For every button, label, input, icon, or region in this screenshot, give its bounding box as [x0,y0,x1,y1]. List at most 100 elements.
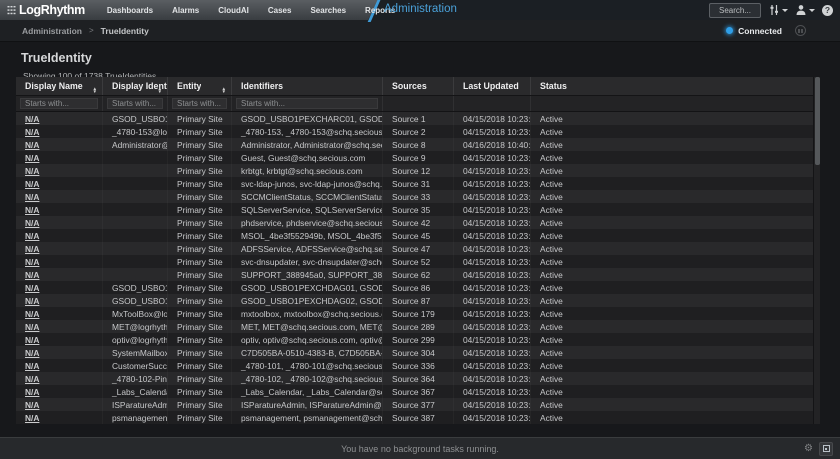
display-name-link[interactable]: N/A [25,413,39,423]
display-name-link[interactable]: N/A [25,335,39,345]
user-menu[interactable] [795,4,815,16]
table-row[interactable]: N/ASystemMailbox{C...Primary SiteC7D505B… [16,346,813,359]
display-name-link[interactable]: N/A [25,218,39,228]
cell-display-name: N/A [16,411,103,424]
filter-input-3[interactable] [236,98,378,109]
cell-status: Active [531,294,813,307]
cell-entity: Primary Site [168,359,232,372]
gear-icon[interactable]: ⚙ [804,444,813,454]
column-header-display-name[interactable]: Display Name▲▼ [16,77,103,95]
display-name-link[interactable]: N/A [25,153,39,163]
display-name-link[interactable]: N/A [25,140,39,150]
nav-item-searches[interactable]: Searches [310,6,346,15]
table-row[interactable]: N/APrimary SiteSUPPORT_388945a0, SUPPORT… [16,268,813,281]
display-name-link[interactable]: N/A [25,270,39,280]
sort-icon[interactable]: ▲▼ [92,87,97,94]
cell-status: Active [531,333,813,346]
filter-settings-menu[interactable] [768,4,788,16]
sort-icon[interactable]: ▲▼ [221,87,226,94]
display-name-link[interactable]: N/A [25,192,39,202]
table-row[interactable]: N/APrimary Sitesvc-dnsupdater, svc-dnsup… [16,255,813,268]
table-row[interactable]: N/Apsmanagement@...Primary Sitepsmanagem… [16,411,813,424]
display-name-link[interactable]: N/A [25,114,39,124]
table-row[interactable]: N/AGSOD_USBO1PEX...Primary SiteGSOD_USBO… [16,294,813,307]
search-button[interactable]: Search... [709,3,761,18]
table-row[interactable]: N/APrimary SiteSQLServerService, SQLServ… [16,203,813,216]
vertical-scrollbar[interactable] [813,77,820,424]
table-row[interactable]: N/APrimary Sitesvc-ldap-junos, svc-ldap-… [16,177,813,190]
display-name-link[interactable]: N/A [25,374,39,384]
column-header-entity[interactable]: Entity▲▼ [168,77,232,95]
cell-display-identifier: _Labs_Calendar@... [103,385,168,398]
sort-icon[interactable]: ▲▼ [157,87,162,94]
top-navbar: LogRhythm Dashboards Alarms CloudAI Case… [0,0,840,20]
table-row[interactable]: N/AISParatureAdmin...Primary SiteISParat… [16,398,813,411]
display-name-link[interactable]: N/A [25,179,39,189]
cell-sources: Source 336 [383,359,454,372]
cell-status: Active [531,372,813,385]
table-row[interactable]: N/Aoptiv@logrhythm...Primary Siteoptiv, … [16,333,813,346]
table-row[interactable]: N/APrimary SiteSCCMClientStatus, SCCMCli… [16,190,813,203]
table-row[interactable]: N/AMET@logrhythm...Primary SiteMET, MET@… [16,320,813,333]
filter-input-2[interactable] [172,98,227,109]
nav-item-administration-active[interactable]: Administration [384,3,457,15]
table-row[interactable]: N/APrimary Sitephdservice, phdservice@sc… [16,216,813,229]
table-row[interactable]: N/AGSOD_USBO1PEX...Primary SiteGSOD_USBO… [16,281,813,294]
display-name-link[interactable]: N/A [25,205,39,215]
nav-item-dashboards[interactable]: Dashboards [107,6,153,15]
display-name-link[interactable]: N/A [25,127,39,137]
cell-last-updated: 04/15/2018 10:23:03 pm [454,398,531,411]
nav-item-cases[interactable]: Cases [268,6,292,15]
cell-status: Active [531,242,813,255]
table-row[interactable]: N/APrimary SiteGuest, Guest@schq.secious… [16,151,813,164]
display-name-link[interactable]: N/A [25,283,39,293]
cell-entity: Primary Site [168,372,232,385]
cell-entity: Primary Site [168,216,232,229]
table-row[interactable]: N/APrimary SiteADFSService, ADFSService@… [16,242,813,255]
scrollbar-thumb[interactable] [815,77,820,165]
display-name-link[interactable]: N/A [25,296,39,306]
breadcrumb-administration[interactable]: Administration [22,26,82,36]
background-tasks-panel-icon[interactable] [819,442,833,456]
display-name-link[interactable]: N/A [25,348,39,358]
table-row[interactable]: N/A_4780-102-Ping@...Primary Site_4780-1… [16,372,813,385]
cell-display-name: N/A [16,112,103,125]
filter-input-0[interactable] [20,98,98,109]
cell-entity: Primary Site [168,255,232,268]
display-name-link[interactable]: N/A [25,387,39,397]
display-name-link[interactable]: N/A [25,361,39,371]
display-name-link[interactable]: N/A [25,166,39,176]
table-row[interactable]: N/A_Labs_Calendar@...Primary Site_Labs_C… [16,385,813,398]
cell-display-name: N/A [16,398,103,411]
column-header-display-identi[interactable]: Display Identi...▲▼ [103,77,168,95]
logrhythm-logo[interactable]: LogRhythm [7,3,85,17]
cell-entity: Primary Site [168,242,232,255]
cell-last-updated: 04/15/2018 10:23:03 pm [454,333,531,346]
cell-display-name: N/A [16,255,103,268]
help-icon[interactable]: ? [822,5,833,16]
table-row[interactable]: N/AAdministrator@lo...Primary SiteAdmini… [16,138,813,151]
column-label: Identifiers [241,81,283,91]
display-name-link[interactable]: N/A [25,257,39,267]
table-row[interactable]: N/ACustomerSuccess...Primary Site_4780-1… [16,359,813,372]
table-row[interactable]: N/AGSOD_USBO1PEX...Primary SiteGSOD_USBO… [16,112,813,125]
display-name-link[interactable]: N/A [25,322,39,332]
display-name-link[interactable]: N/A [25,231,39,241]
table-row[interactable]: N/APrimary Sitekrbtgt, krbtgt@schq.secio… [16,164,813,177]
display-name-link[interactable]: N/A [25,400,39,410]
nav-item-alarms[interactable]: Alarms [172,6,199,15]
table-row[interactable]: N/APrimary SiteMSOL_4be3f552949b, MSOL_4… [16,229,813,242]
display-name-link[interactable]: N/A [25,244,39,254]
pause-icon[interactable] [795,25,806,36]
filter-input-1[interactable] [107,98,163,109]
table-row[interactable]: N/AMxToolBox@logr...Primary Sitemxtoolbo… [16,307,813,320]
display-name-link[interactable]: N/A [25,309,39,319]
cell-status: Active [531,177,813,190]
cell-identifiers: GSOD_USBO1PEXCHDAG01, GSOD_USBO1... [232,281,383,294]
table-row[interactable]: N/A_4780-153@logrh...Primary Site_4780-1… [16,125,813,138]
column-label: Status [540,81,567,91]
cell-display-name: N/A [16,164,103,177]
table-header: Display Name▲▼Display Identi...▲▼Entity▲… [16,77,813,96]
nav-item-cloudai[interactable]: CloudAI [218,6,249,15]
column-header-identifiers: Identifiers [232,77,383,95]
